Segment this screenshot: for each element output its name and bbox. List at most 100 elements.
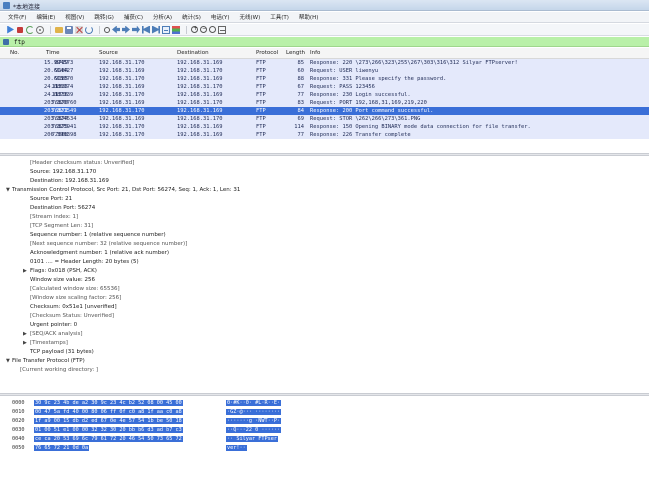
- expanded-arrow-icon[interactable]: ▼: [6, 187, 10, 193]
- packet-row[interactable]: 11336 24.087339 192.168.31.170 192.168.3…: [0, 91, 649, 99]
- packet-info: Response: 230 Login successful.: [310, 91, 411, 98]
- hex-bytes[interactable]: ce ca 20 53 69 6c 79 61 72 20 46 54 50 7…: [34, 436, 183, 442]
- detail-line[interactable]: Destination Port: 56274: [30, 205, 95, 214]
- packet-row[interactable]: 9184 20.614427 192.168.31.169 192.168.31…: [0, 67, 649, 75]
- hex-ascii[interactable]: 0·#K··0· #L·R··E·: [226, 400, 282, 406]
- detail-line[interactable]: [Timestamps]: [30, 340, 68, 349]
- expanded-arrow-icon[interactable]: ▼: [6, 358, 10, 364]
- column-header-time[interactable]: Time: [46, 50, 59, 56]
- packet-row[interactable]: 76875 203.325941 192.168.31.170 192.168.…: [0, 123, 649, 131]
- detail-line[interactable]: Source Port: 21: [30, 196, 72, 205]
- start-capture-icon[interactable]: [7, 25, 14, 34]
- close-file-icon[interactable]: [75, 25, 83, 34]
- packet-list-pane: No. Time Source Destination Protocol Len…: [0, 48, 649, 154]
- detail-tcp-header[interactable]: Transmission Control Protocol, Src Port:…: [12, 187, 240, 196]
- column-header-info[interactable]: Info: [310, 50, 320, 56]
- auto-scroll-icon[interactable]: [162, 25, 170, 34]
- detail-line[interactable]: [TCP Segment Len: 31]: [30, 223, 93, 232]
- packet-time: 203.320760: [44, 99, 77, 106]
- open-file-icon[interactable]: [55, 27, 63, 33]
- menu-edit[interactable]: 编辑(E): [36, 13, 55, 21]
- menu-analyze[interactable]: 分析(A): [153, 13, 172, 21]
- hex-ascii[interactable]: ver!··: [226, 445, 247, 451]
- go-back-icon[interactable]: [112, 25, 120, 34]
- last-packet-icon[interactable]: [152, 25, 160, 34]
- hex-bytes[interactable]: 76 65 72 21 0d 0a: [34, 445, 90, 451]
- zoom-out-icon[interactable]: [200, 25, 207, 33]
- first-packet-icon[interactable]: [142, 25, 150, 34]
- detail-line[interactable]: TCP payload (31 bytes): [30, 349, 94, 358]
- packet-row[interactable]: 77008 206.396398 192.168.31.170 192.168.…: [0, 131, 649, 139]
- hex-ascii[interactable]: ··Q···22 0 ······: [226, 427, 282, 433]
- detail-ftp-header[interactable]: File Transfer Protocol (FTP): [12, 358, 85, 367]
- packet-row-selected[interactable]: 76871 203.321549 192.168.31.170 192.168.…: [0, 107, 649, 115]
- detail-line[interactable]: Window size value: 256: [30, 277, 95, 286]
- menu-view[interactable]: 视图(V): [65, 13, 84, 21]
- collapsed-arrow-icon[interactable]: ▶: [23, 268, 27, 274]
- save-file-icon[interactable]: [65, 25, 73, 34]
- menu-statistics[interactable]: 统计(S): [182, 13, 201, 21]
- detail-line[interactable]: Sequence number: 1 (relative sequence nu…: [30, 232, 166, 241]
- menu-capture[interactable]: 捕获(C): [124, 13, 143, 21]
- hex-ascii[interactable]: ·· Silyar FTPser: [226, 436, 278, 442]
- hex-bytes[interactable]: 00 47 5a fd 40 00 80 06 ff 0f c0 a8 1f a…: [34, 409, 183, 415]
- detail-line[interactable]: Acknowledgment number: 1 (relative ack n…: [30, 250, 169, 259]
- column-header-source[interactable]: Source: [99, 50, 118, 56]
- detail-line[interactable]: [Window size scaling factor: 256]: [30, 295, 121, 304]
- menu-wireless[interactable]: 无线(W): [240, 13, 261, 21]
- detail-line[interactable]: [SEQ/ACK analysis]: [30, 331, 83, 340]
- stop-capture-icon[interactable]: [17, 26, 23, 33]
- detail-line[interactable]: Checksum: 0x51e1 [unverified]: [30, 304, 117, 313]
- menu-tools[interactable]: 工具(T): [270, 13, 289, 21]
- capture-options-icon[interactable]: [36, 25, 44, 34]
- zoom-in-icon[interactable]: [191, 25, 198, 33]
- detail-line[interactable]: Destination: 192.168.31.169: [30, 178, 109, 187]
- detail-line[interactable]: [Next sequence number: 32 (relative sequ…: [30, 241, 187, 250]
- go-to-packet-icon[interactable]: [132, 25, 140, 34]
- reload-icon[interactable]: [85, 25, 93, 34]
- detail-line[interactable]: [Header checksum status: Unverified]: [30, 160, 134, 169]
- colorize-icon[interactable]: [172, 25, 180, 34]
- detail-line[interactable]: Source: 192.168.31.170: [30, 169, 96, 178]
- hex-bytes[interactable]: 1f a9 00 15 db d2 ed 67 0e 4e 57 54 1b b…: [34, 418, 183, 424]
- filter-bookmark-icon[interactable]: [3, 39, 9, 45]
- hex-offset: 0040: [12, 436, 25, 442]
- detail-line[interactable]: 0101 .... = Header Length: 20 bytes (5): [30, 259, 139, 268]
- packet-row[interactable]: 11335 24.086974 192.168.31.169 192.168.3…: [0, 83, 649, 91]
- column-header-protocol[interactable]: Protocol: [256, 50, 278, 56]
- hex-bytes[interactable]: 30 9c 23 4b de a2 30 9c 23 4c b2 52 08 0…: [34, 400, 183, 406]
- find-packet-icon[interactable]: [104, 26, 110, 33]
- packet-row[interactable]: 76874 203.324534 192.168.31.169 192.168.…: [0, 115, 649, 123]
- packet-row[interactable]: 76870 203.320760 192.168.31.169 192.168.…: [0, 99, 649, 107]
- zoom-reset-icon[interactable]: [209, 26, 216, 33]
- detail-line[interactable]: Urgent pointer: 0: [30, 322, 77, 331]
- restart-capture-icon[interactable]: [26, 25, 34, 34]
- packet-protocol: FTP: [256, 131, 266, 138]
- menu-help[interactable]: 帮助(H): [299, 13, 318, 21]
- pane-splitter[interactable]: [0, 393, 649, 396]
- go-forward-icon[interactable]: [122, 25, 130, 34]
- hex-ascii[interactable]: ·GZ·@··· ········: [226, 409, 282, 415]
- toolbar-separator: [50, 25, 51, 34]
- menu-file[interactable]: 文件(F): [8, 13, 26, 21]
- packet-row[interactable]: 8719 15.994573 192.168.31.170 192.168.31…: [0, 59, 649, 67]
- detail-line[interactable]: [Stream index: 1]: [30, 214, 78, 223]
- detail-line[interactable]: Flags: 0x018 (PSH, ACK): [30, 268, 97, 277]
- column-header-no[interactable]: No.: [10, 50, 19, 56]
- packet-length: 67: [297, 83, 305, 90]
- pane-splitter[interactable]: [0, 153, 649, 156]
- hex-bytes[interactable]: 01 00 51 e1 00 00 32 32 30 20 bb b6 d3 a…: [34, 427, 183, 433]
- detail-line[interactable]: [Calculated window size: 65536]: [30, 286, 120, 295]
- packet-row[interactable]: 9185 20.615070 192.168.31.170 192.168.31…: [0, 75, 649, 83]
- hex-ascii[interactable]: ·······g ·NWT··P·: [226, 418, 282, 424]
- column-header-destination[interactable]: Destination: [177, 50, 209, 56]
- menu-go[interactable]: 跳转(G): [94, 13, 114, 21]
- detail-line[interactable]: [Checksum Status: Unverified]: [30, 313, 114, 322]
- menu-telephony[interactable]: 电话(Y): [211, 13, 230, 21]
- display-filter-input[interactable]: [12, 37, 646, 47]
- resize-columns-icon[interactable]: [218, 25, 226, 34]
- collapsed-arrow-icon[interactable]: ▶: [23, 331, 27, 337]
- collapsed-arrow-icon[interactable]: ▶: [23, 340, 27, 346]
- detail-line[interactable]: [Current working directory: ]: [20, 367, 98, 376]
- column-header-length[interactable]: Length: [286, 50, 305, 56]
